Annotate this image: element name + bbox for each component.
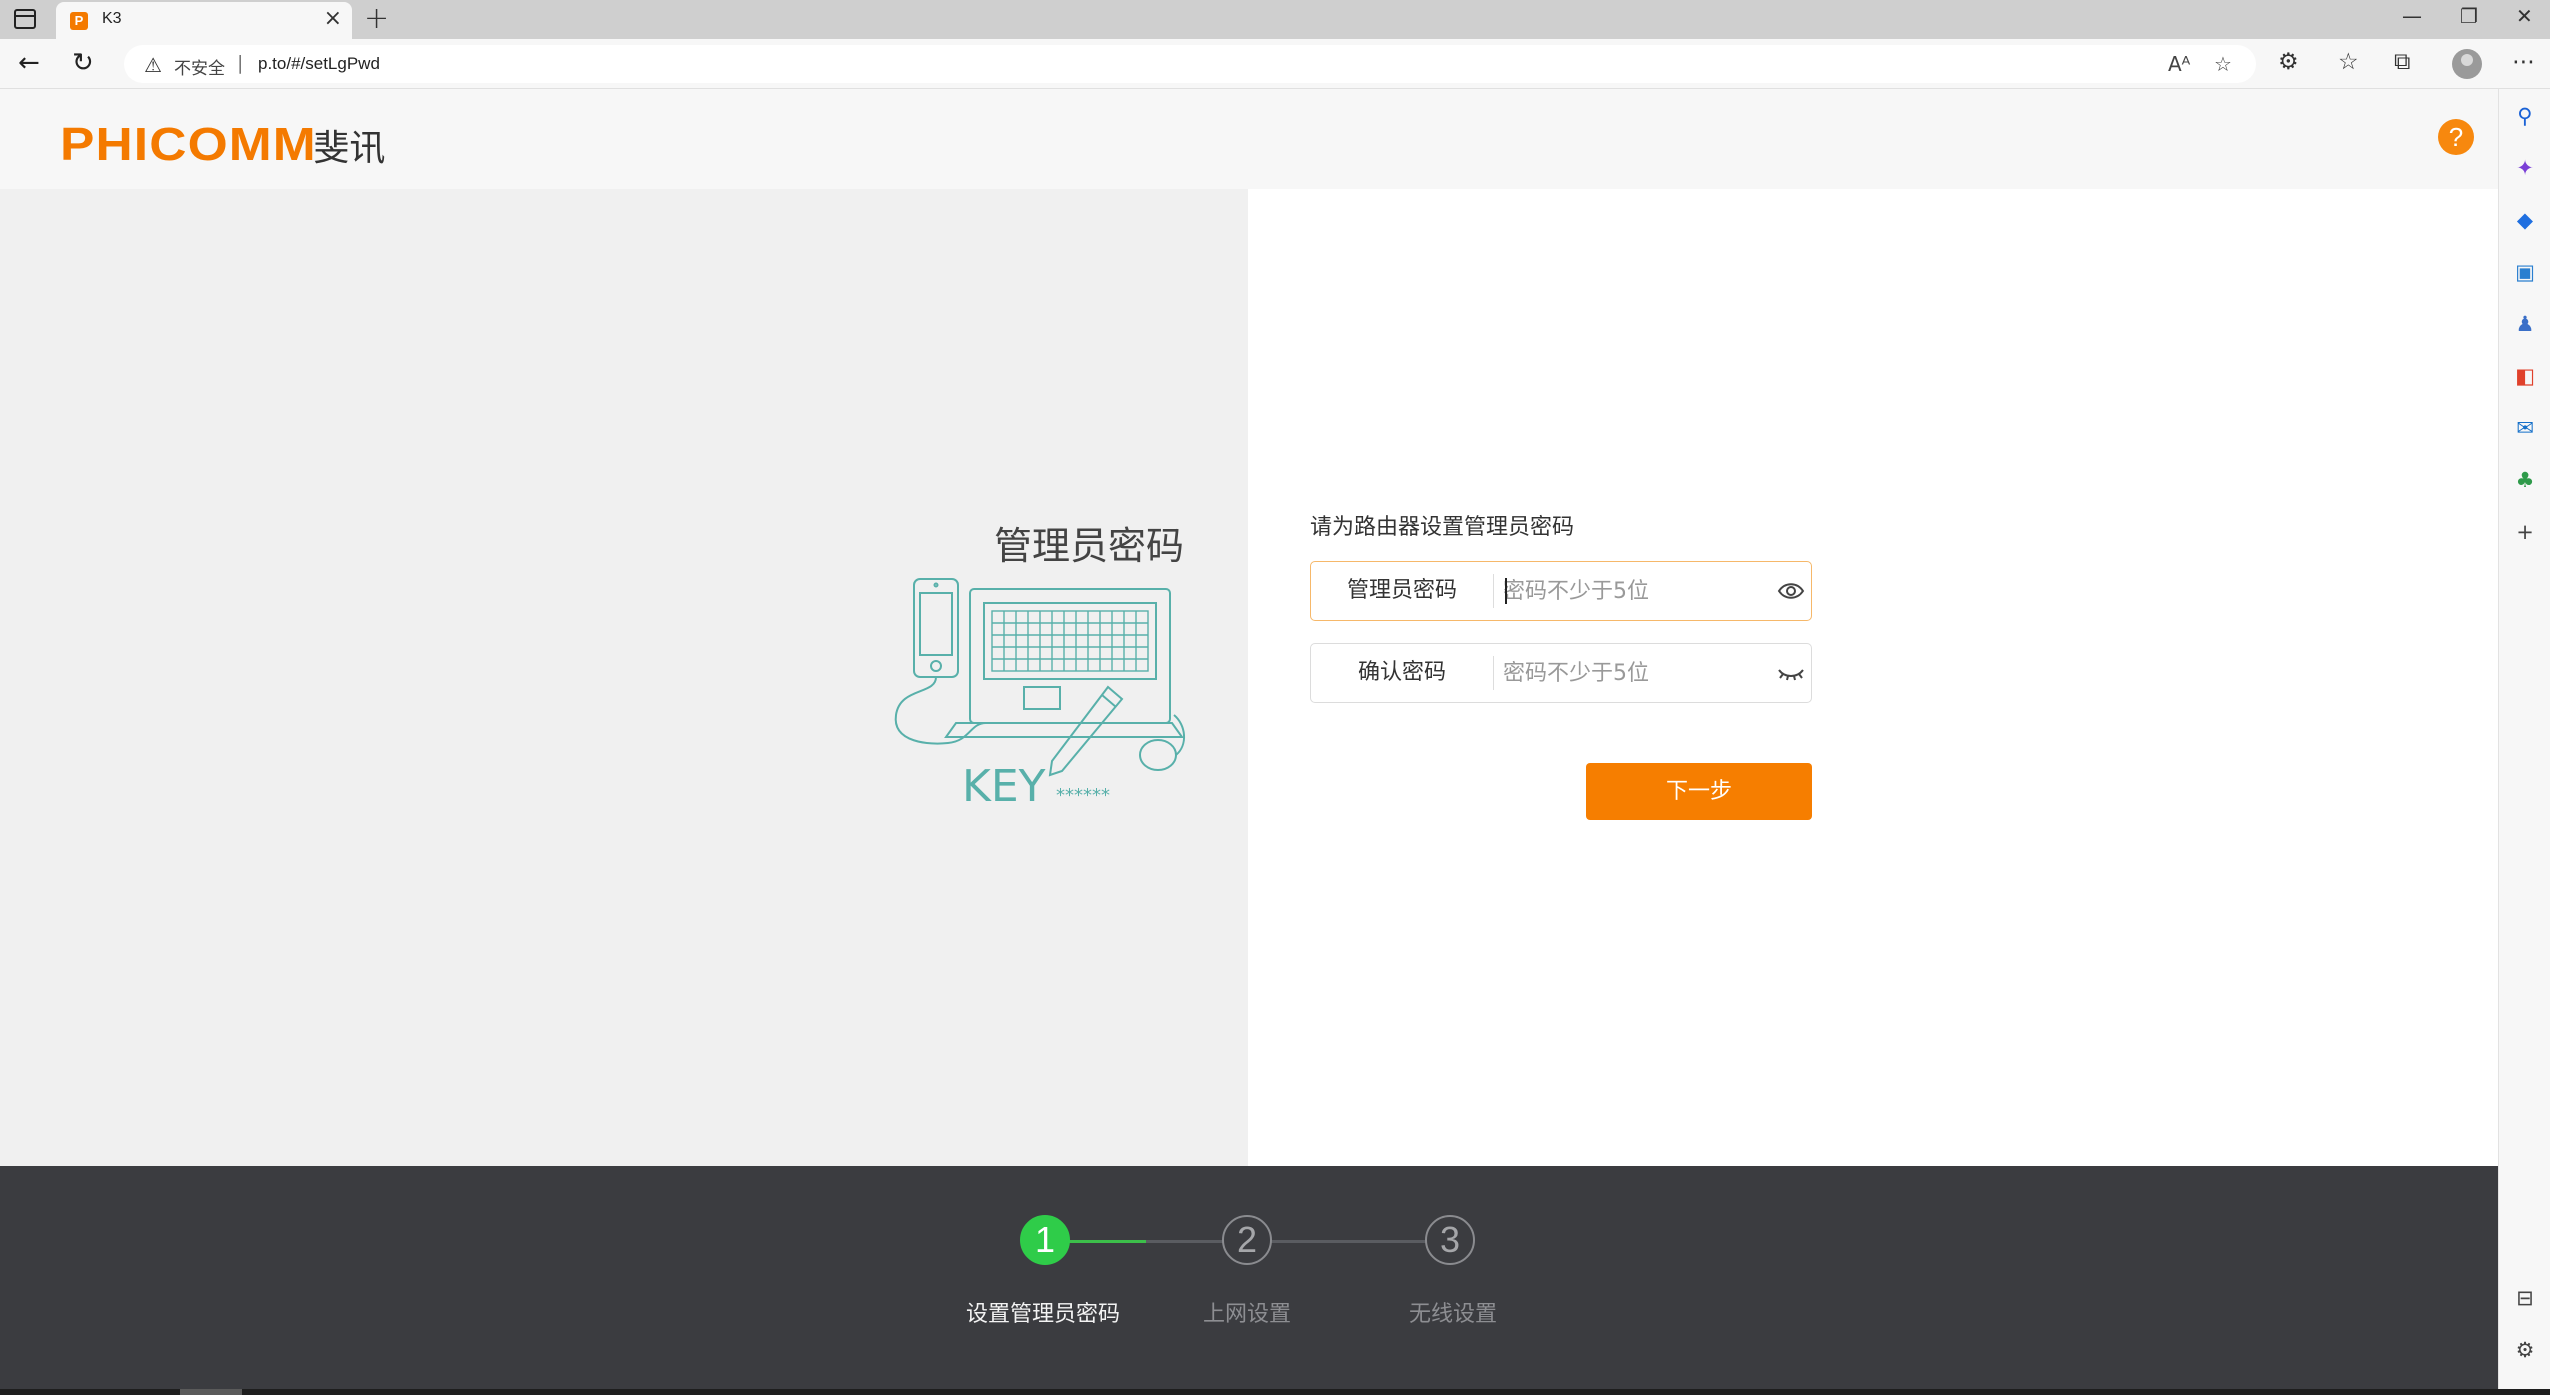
step-1-circle: 1 — [1020, 1215, 1070, 1265]
add-favorite-icon[interactable]: ☆ — [2214, 52, 2232, 76]
warning-icon[interactable]: ⚠ — [144, 53, 162, 77]
sidebar-layout-icon[interactable]: ⊟ — [2512, 1285, 2538, 1311]
phicomm-logo: PHICOMM 斐讯 — [60, 117, 385, 171]
edge-sidebar: ⚲ ✦ ◆ ▣ ♟ ◧ ✉ ♣ + ⊟ ⚙ — [2498, 89, 2550, 1395]
more-menu-icon[interactable]: ⋯ — [2512, 49, 2535, 75]
admin-password-field: 管理员密码 — [1310, 561, 1812, 621]
read-aloud-icon[interactable]: Aᴬ — [2168, 52, 2190, 76]
taskbar-strip — [0, 1389, 2550, 1395]
password-illustration: KEY ****** — [894, 578, 1185, 807]
search-icon[interactable]: ⚲ — [2512, 103, 2538, 129]
page-header: PHICOMM 斐讯 ? — [0, 89, 2498, 189]
restore-icon[interactable]: ❐ — [2460, 4, 2478, 28]
games-icon[interactable]: ♟ — [2512, 311, 2538, 337]
browser-toolbar: ← ↻ ⚠ 不安全 | p.to/#/setLgPwd Aᴬ ☆ ⚙ ☆ ⧉ ⋯ — [0, 39, 2550, 89]
step-1-label: 设置管理员密码 — [965, 1302, 1120, 1327]
taskbar-indicator — [180, 1389, 242, 1395]
hidden-password-eye-icon[interactable] — [1777, 662, 1805, 684]
shopping-icon[interactable]: ◆ — [2512, 207, 2538, 233]
illustration-stars: ****** — [1056, 785, 1110, 806]
add-sidebar-icon[interactable]: + — [2512, 519, 2538, 545]
step-2-label: 上网设置 — [1202, 1302, 1291, 1327]
tab-actions-icon[interactable] — [14, 9, 36, 29]
form-heading: 请为路由器设置管理员密码 — [1310, 515, 1575, 540]
url-text[interactable]: p.to/#/setLgPwd — [258, 54, 380, 74]
next-step-button[interactable]: 下一步 — [1586, 763, 1812, 820]
illustration-panel: 管理员密码 KEY ****** — [0, 189, 1248, 1166]
help-icon[interactable]: ? — [2438, 119, 2474, 155]
step-2-circle: 2 — [1222, 1215, 1272, 1265]
confirm-password-field: 确认密码 — [1310, 643, 1812, 703]
address-bar[interactable]: ⚠ 不安全 | p.to/#/setLgPwd Aᴬ ☆ — [124, 45, 2256, 83]
admin-password-label: 管理员密码 — [1346, 578, 1457, 603]
step-progress-line — [1066, 1240, 1146, 1243]
collections-icon[interactable]: ⧉ — [2394, 49, 2410, 75]
profile-avatar[interactable] — [2452, 49, 2482, 79]
setup-steps-footer: 1 2 3 设置管理员密码 上网设置 无线设置 — [0, 1166, 2498, 1395]
step-3-label: 无线设置 — [1408, 1302, 1497, 1327]
refresh-icon[interactable]: ↻ — [72, 48, 94, 78]
extensions-icon[interactable]: ⚙ — [2278, 49, 2299, 75]
hero-title: 管理员密码 — [993, 524, 1184, 568]
field-divider — [1493, 574, 1494, 608]
office-icon[interactable]: ◧ — [2512, 363, 2538, 389]
url-separator: | — [237, 52, 244, 74]
settings-icon[interactable]: ⚙ — [2512, 1337, 2538, 1363]
browser-tab[interactable]: P K3 × — [56, 2, 352, 39]
security-status[interactable]: 不安全 — [174, 54, 225, 79]
confirm-password-label: 确认密码 — [1357, 660, 1446, 685]
window-close-icon[interactable]: ✕ — [2516, 4, 2533, 28]
browser-tab-bar: P K3 × + — ❐ ✕ — [0, 0, 2550, 39]
field-divider — [1493, 656, 1494, 690]
confirm-password-input[interactable] — [1503, 653, 1771, 693]
show-password-eye-icon[interactable] — [1777, 580, 1805, 602]
logo-text-en: PHICOMM — [60, 118, 317, 170]
tab-close-icon[interactable]: × — [324, 6, 342, 31]
step-3-circle: 3 — [1425, 1215, 1475, 1265]
illustration-key-text: KEY — [962, 761, 1046, 807]
minimize-icon[interactable]: — — [2402, 4, 2422, 28]
admin-password-input[interactable] — [1503, 571, 1771, 611]
back-icon[interactable]: ← — [18, 48, 40, 78]
password-form-panel: 请为路由器设置管理员密码 管理员密码 确认密码 下一步 — [1248, 189, 2498, 1166]
logo-text-cn: 斐讯 — [313, 128, 386, 169]
copilot-icon[interactable]: ✦ — [2512, 155, 2538, 181]
router-setup-page: PHICOMM 斐讯 ? 管理员密码 KEY ****** 请为路由器设置管理员… — [0, 89, 2498, 1395]
text-caret — [1505, 578, 1507, 604]
site-favicon-icon: P — [70, 12, 88, 30]
tools-icon[interactable]: ▣ — [2512, 259, 2538, 285]
tab-title: K3 — [102, 10, 122, 27]
new-tab-icon[interactable]: + — [364, 1, 389, 36]
favorites-icon[interactable]: ☆ — [2338, 49, 2359, 75]
outlook-icon[interactable]: ✉ — [2512, 415, 2538, 441]
drop-icon[interactable]: ♣ — [2512, 467, 2538, 493]
step-connector-2 — [1270, 1240, 1440, 1243]
